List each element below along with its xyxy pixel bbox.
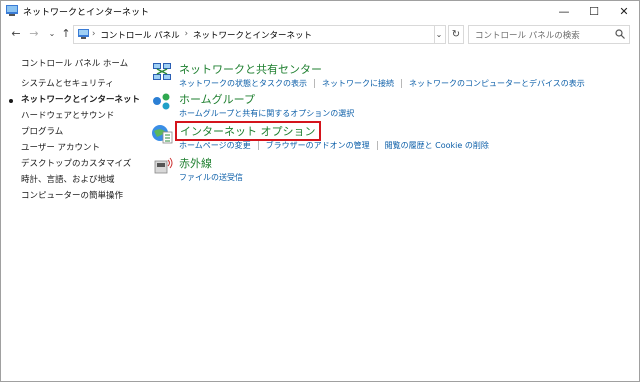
active-indicator [9, 99, 13, 103]
breadcrumb-chevron-icon: › [92, 29, 96, 39]
control-panel-icon [78, 29, 89, 39]
link-view-network-status[interactable]: ネットワークの状態とタスクの表示 [179, 78, 307, 89]
network-folder-icon [6, 5, 18, 16]
sidebar-item-hardware-sound[interactable]: ハードウェアとサウンド [21, 109, 114, 121]
link-homegroup-options[interactable]: ホームグループと共有に関するオプションの選択 [179, 108, 354, 119]
refresh-icon[interactable]: ↻ [448, 25, 464, 44]
category-links: ホームページの変更 ブラウザーのアドオンの管理 閲覧の履歴と Cookie の削… [179, 140, 489, 151]
breadcrumb-control-panel[interactable]: コントロール パネル [100, 29, 179, 41]
category-links: ファイルの送受信 [179, 172, 243, 183]
search-input[interactable]: コントロール パネルの検索 [468, 25, 630, 44]
homegroup-icon [153, 93, 170, 110]
sidebar-item-appearance[interactable]: デスクトップのカスタマイズ [21, 157, 131, 169]
minimize-button[interactable]: — [549, 1, 579, 21]
internet-options-icon [152, 125, 173, 144]
category-title-homegroup[interactable]: ホームグループ [179, 91, 255, 107]
search-icon [615, 29, 625, 39]
address-field[interactable]: › コントロール パネル › ネットワークとインターネット [73, 25, 435, 44]
window: ネットワークとインターネット — ☐ ✕ ← → ⌄ ↑ › コントロール パネ… [0, 0, 640, 382]
link-separator [314, 79, 315, 88]
sidebar-item-clock-language-region[interactable]: 時計、言語、および地域 [21, 173, 115, 185]
sidebar-item-user-accounts[interactable]: ユーザー アカウント [21, 141, 100, 153]
forward-arrow-icon[interactable]: → [27, 26, 41, 40]
breadcrumb-chevron-icon: › [184, 29, 189, 39]
maximize-button[interactable]: ☐ [579, 1, 609, 21]
up-arrow-icon[interactable]: ↑ [59, 26, 73, 40]
sidebar-item-network-internet[interactable]: ネットワークとインターネット [21, 93, 140, 105]
infrared-icon [154, 157, 173, 174]
link-delete-history-cookies[interactable]: 閲覧の履歴と Cookie の削除 [385, 140, 489, 151]
link-separator [257, 141, 259, 150]
sidebar-item-programs[interactable]: プログラム [21, 125, 63, 137]
link-change-homepage[interactable]: ホームページの変更 [179, 140, 251, 151]
category-links: ネットワークの状態とタスクの表示 ネットワークに接続 ネットワークのコンピュータ… [179, 78, 585, 89]
breadcrumb: › コントロール パネル › ネットワークとインターネット [92, 29, 312, 41]
category-title-internet-options[interactable]: インターネット オプション [175, 121, 321, 141]
close-button[interactable]: ✕ [609, 1, 639, 21]
category-title-network-sharing[interactable]: ネットワークと共有センター [179, 61, 322, 77]
link-separator [401, 79, 402, 88]
sidebar-item-ease-of-access[interactable]: コンピューターの簡単操作 [21, 189, 123, 201]
search-placeholder: コントロール パネルの検索 [475, 31, 580, 41]
network-center-icon [153, 63, 171, 80]
link-send-receive-files[interactable]: ファイルの送受信 [179, 172, 243, 183]
window-title: ネットワークとインターネット [23, 8, 150, 18]
title-bar: ネットワークとインターネット — ☐ ✕ [1, 1, 639, 21]
category-title-infrared[interactable]: 赤外線 [179, 155, 212, 171]
sidebar-item-system-security[interactable]: システムとセキュリティ [21, 77, 114, 89]
link-connect-to-network[interactable]: ネットワークに接続 [322, 78, 394, 89]
recent-locations-dropdown-icon[interactable]: ⌄ [45, 26, 59, 40]
breadcrumb-network-internet[interactable]: ネットワークとインターネット [193, 29, 312, 41]
address-dropdown-icon[interactable]: ⌄ [433, 25, 446, 44]
link-view-network-computers[interactable]: ネットワークのコンピューターとデバイスの表示 [409, 78, 585, 89]
back-arrow-icon[interactable]: ← [9, 26, 23, 40]
link-manage-addons[interactable]: ブラウザーのアドオンの管理 [266, 140, 370, 151]
category-links: ホームグループと共有に関するオプションの選択 [179, 108, 354, 119]
sidebar-home-link[interactable]: コントロール パネル ホーム [21, 57, 128, 69]
link-separator [376, 141, 378, 150]
